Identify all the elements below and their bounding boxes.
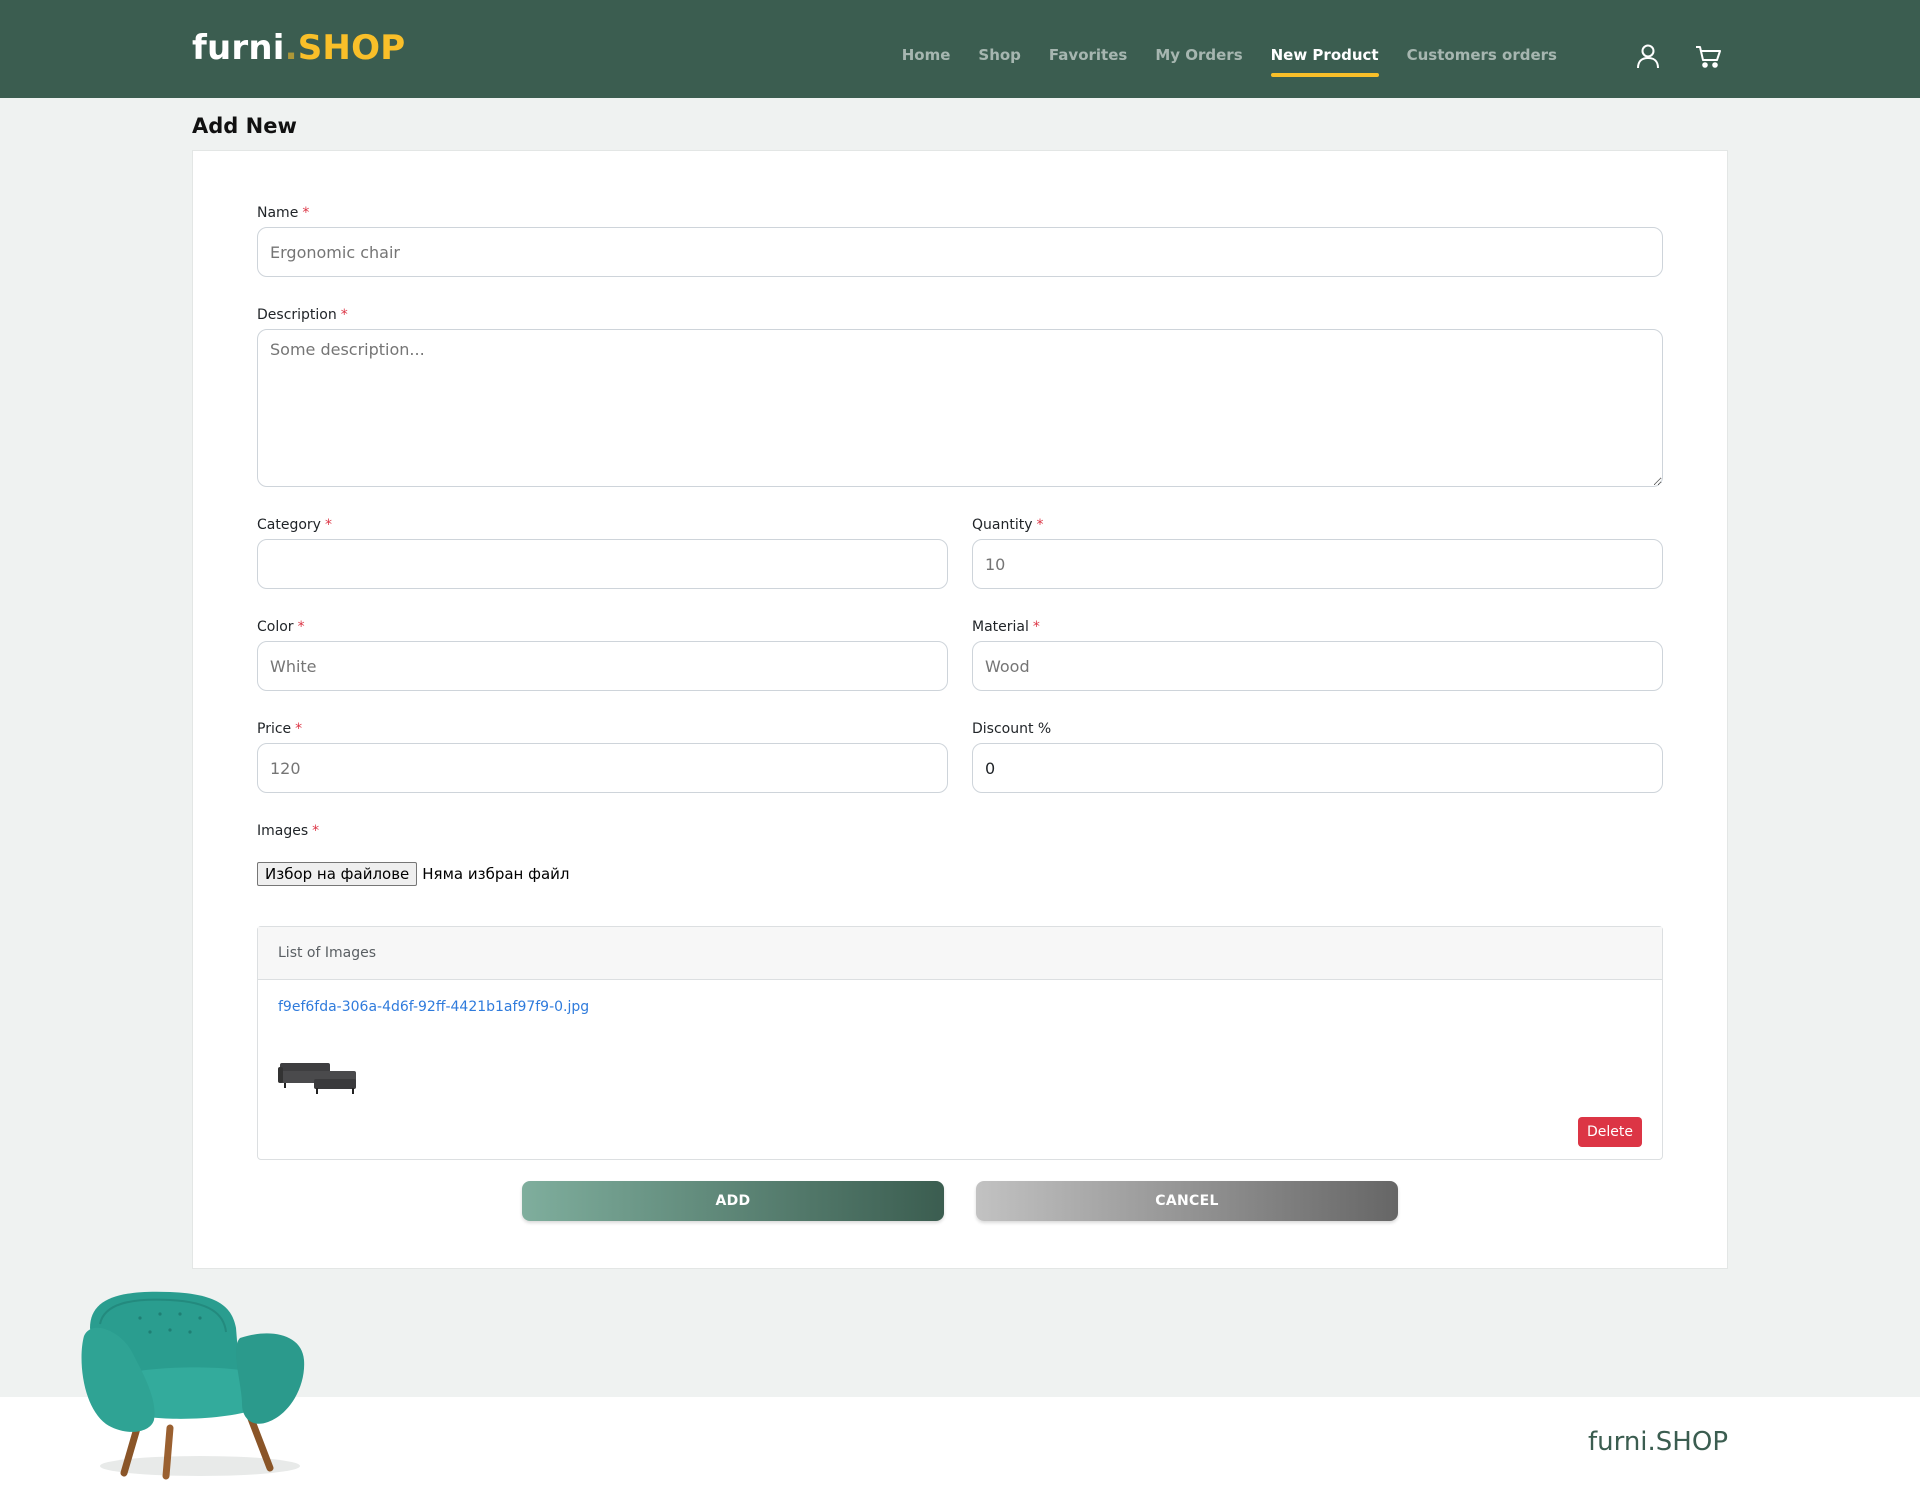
material-input[interactable]	[972, 641, 1663, 691]
cart-icon[interactable]	[1694, 42, 1722, 70]
quantity-label-text: Quantity	[972, 517, 1033, 533]
brand-logo[interactable]: furni.SHOP	[192, 28, 405, 68]
quantity-input[interactable]	[972, 539, 1663, 589]
description-label: Description *	[257, 307, 348, 323]
nav-link-home[interactable]: Home	[888, 46, 965, 64]
color-label: Color *	[257, 619, 305, 635]
nav-link-customers-orders[interactable]: Customers orders	[1393, 46, 1571, 64]
required-mark: *	[295, 721, 303, 737]
description-textarea[interactable]	[257, 329, 1663, 487]
required-mark: *	[1036, 517, 1044, 533]
color-input[interactable]	[257, 641, 948, 691]
material-label: Material *	[972, 619, 1040, 635]
required-mark: *	[302, 205, 310, 221]
name-label: Name *	[257, 205, 309, 221]
footer-brand: furni.SHOP	[1587, 1427, 1728, 1457]
top-navbar: furni.SHOP Home Shop Favorites My Orders…	[0, 0, 1920, 98]
choose-files-button[interactable]: Избор на файлове	[257, 862, 418, 886]
discount-label: Discount %	[972, 721, 1052, 737]
cancel-button[interactable]: CANCEL	[976, 1181, 1398, 1221]
nav-link-my-orders[interactable]: My Orders	[1141, 46, 1256, 64]
nav-link-favorites[interactable]: Favorites	[1035, 46, 1141, 64]
armchair-illustration	[81, 1291, 305, 1480]
required-mark: *	[1032, 619, 1040, 635]
brand-accent: SHOP	[297, 28, 406, 68]
price-input[interactable]	[257, 743, 948, 793]
file-input: Избор на файлове Няма избран файл	[257, 862, 569, 886]
file-status-text: Няма избран файл	[422, 865, 570, 883]
required-mark: *	[297, 619, 305, 635]
brand-dot: .	[284, 28, 298, 68]
images-label: Images *	[257, 823, 319, 839]
required-mark: *	[312, 823, 320, 839]
color-label-text: Color	[257, 619, 294, 635]
discount-input[interactable]	[972, 743, 1663, 793]
description-label-text: Description	[257, 307, 337, 323]
nav-link-shop[interactable]: Shop	[964, 46, 1035, 64]
images-list-panel: List of Images f9ef6fda-306a-4d6f-92ff-4…	[257, 926, 1663, 1160]
material-label-text: Material	[972, 619, 1029, 635]
user-icon[interactable]	[1634, 42, 1662, 70]
quantity-label: Quantity *	[972, 517, 1044, 533]
required-mark: *	[324, 517, 332, 533]
category-input[interactable]	[257, 539, 948, 589]
images-list-title: List of Images	[258, 927, 1662, 980]
name-input[interactable]	[257, 227, 1663, 277]
brand-name: furni	[192, 28, 285, 68]
sofa-thumbnail	[278, 1063, 356, 1094]
images-label-text: Images	[257, 823, 309, 839]
category-label-text: Category	[257, 517, 321, 533]
price-label-text: Price	[257, 721, 292, 737]
category-label: Category *	[257, 517, 332, 533]
page-title: Add New	[192, 114, 297, 138]
nav-links: Home Shop Favorites My Orders New Produc…	[888, 46, 1571, 77]
nav-link-new-product[interactable]: New Product	[1257, 46, 1393, 77]
add-button[interactable]: ADD	[522, 1181, 944, 1221]
price-label: Price *	[257, 721, 302, 737]
name-label-text: Name	[257, 205, 299, 221]
delete-image-button[interactable]: Delete	[1578, 1117, 1642, 1147]
image-file-link[interactable]: f9ef6fda-306a-4d6f-92ff-4421b1af97f9-0.j…	[278, 999, 589, 1015]
required-mark: *	[340, 307, 348, 323]
